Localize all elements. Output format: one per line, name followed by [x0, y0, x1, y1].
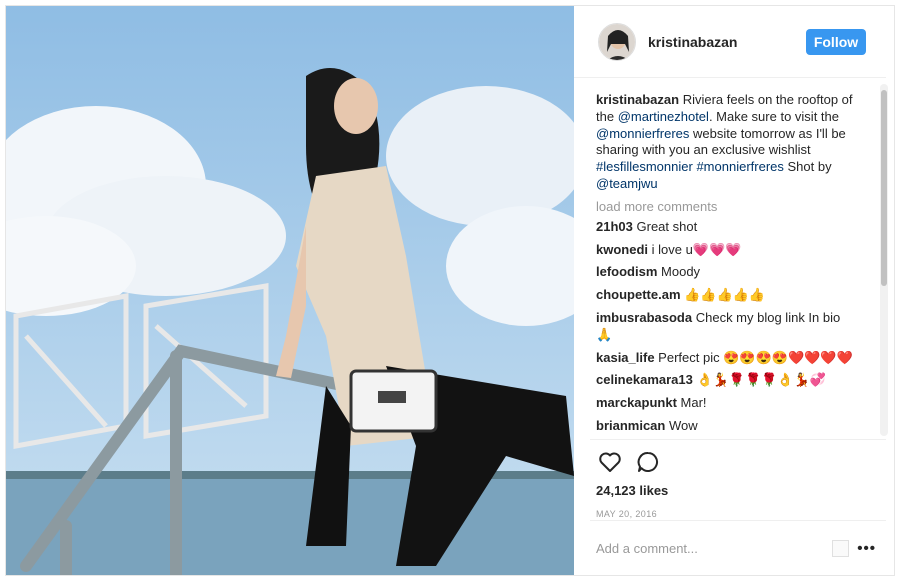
post-photo-image: [6, 6, 574, 575]
post-side-panel: kristinabazan Follow kristinabazan Rivie…: [574, 6, 894, 575]
comment: lefoodism Moody: [596, 264, 870, 281]
add-comment-bar: •••: [590, 520, 886, 575]
post-date: MAY 20, 2016: [596, 509, 658, 519]
comment-input[interactable]: [596, 540, 833, 556]
avatar[interactable]: [598, 22, 636, 61]
post-photo[interactable]: [6, 6, 574, 575]
follow-button[interactable]: Follow: [806, 28, 866, 55]
post-header: kristinabazan Follow: [574, 6, 886, 78]
mention-link[interactable]: @monnierfreres: [596, 126, 689, 141]
hashtag-link[interactable]: #monnierfreres: [696, 159, 783, 174]
comment-user[interactable]: marckapunkt: [596, 395, 677, 410]
caption-text: Shot by: [783, 159, 832, 175]
comment-text: 👍👍👍👍👍: [684, 287, 766, 303]
action-bar: [590, 439, 886, 483]
likes-count[interactable]: 24,123 likes: [574, 483, 894, 498]
mention-link[interactable]: @teamjwu: [596, 176, 658, 191]
comment-user[interactable]: celinekamara13: [596, 372, 693, 387]
comment-user[interactable]: lefoodism: [596, 264, 657, 279]
comment: kwonedi i love u💗💗💗: [596, 242, 870, 259]
comment-user[interactable]: 21h03: [596, 219, 633, 234]
comment: celinekamara13 👌💃🌹🌹🌹👌💃💞: [596, 372, 870, 389]
comment-user[interactable]: choupette.am: [596, 287, 681, 302]
comment-user[interactable]: kasia_life: [596, 350, 655, 365]
comment: 21h03 Great shot: [596, 219, 870, 236]
heart-icon[interactable]: [596, 448, 624, 476]
comment-user[interactable]: kwonedi: [596, 242, 648, 257]
comments-list: kristinabazan Riviera feels on the rooft…: [574, 78, 894, 439]
caption-author[interactable]: kristinabazan: [596, 92, 679, 107]
comments-scrollbar-thumb[interactable]: [881, 90, 887, 286]
load-more-comments[interactable]: load more comments: [596, 199, 870, 214]
comment-text: Perfect pic 😍😍😍😍❤️❤️❤️❤️: [658, 349, 853, 365]
more-options-icon[interactable]: •••: [857, 540, 876, 557]
comment: imbusrabasoda Check my blog link In bio …: [596, 310, 870, 344]
caption: kristinabazan Riviera feels on the rooft…: [596, 92, 870, 193]
comment-text: Great shot: [636, 218, 698, 234]
hashtag-link[interactable]: #lesfillesmonnier: [596, 159, 693, 174]
comment-text: Mar!: [680, 395, 707, 411]
mention-link[interactable]: @martinezhotel: [618, 109, 709, 124]
comment-text: Wow: [668, 417, 698, 433]
instagram-post: kristinabazan Follow kristinabazan Rivie…: [5, 5, 895, 576]
comment-text: 👌💃🌹🌹🌹👌💃💞: [696, 372, 826, 388]
comment-text: i love u💗💗💗: [651, 241, 742, 257]
comment-bubble-icon[interactable]: [634, 448, 662, 476]
comment: marckapunkt Mar!: [596, 395, 870, 412]
comment: choupette.am 👍👍👍👍👍: [596, 287, 870, 304]
comment-user[interactable]: imbusrabasoda: [596, 310, 692, 325]
comment-user[interactable]: brianmican: [596, 418, 665, 433]
username[interactable]: kristinabazan: [648, 34, 806, 50]
checkbox[interactable]: [832, 539, 850, 557]
caption-text: . Make sure to visit the: [708, 108, 839, 124]
comment: brianmican Wow: [596, 418, 870, 435]
comment-text: Moody: [661, 264, 701, 280]
comment: kasia_life Perfect pic 😍😍😍😍❤️❤️❤️❤️: [596, 350, 870, 367]
